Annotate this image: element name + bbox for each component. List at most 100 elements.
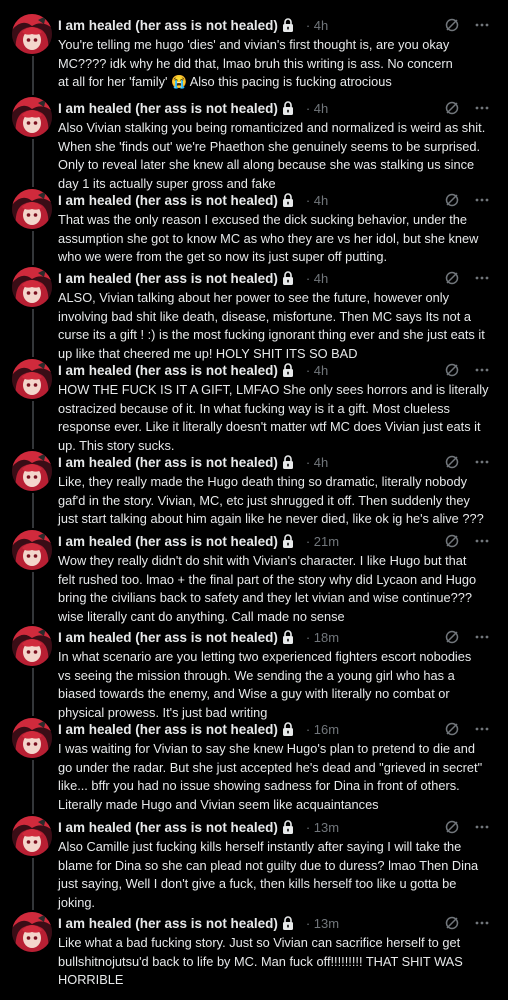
grok-icon[interactable] [444, 915, 460, 931]
author-name[interactable]: I am healed (her ass is not healed) [58, 101, 278, 116]
post-header: I am healed (her ass is not healed) · 13m [58, 818, 500, 836]
avatar[interactable] [12, 359, 52, 399]
post-text: Like, they really made the Hugo death th… [58, 474, 484, 526]
lock-icon [282, 630, 294, 644]
more-icon[interactable] [474, 533, 490, 549]
post-header: I am healed (her ass is not healed) · 4h [58, 453, 500, 471]
post-header: I am healed (her ass is not healed) · 18m [58, 628, 500, 646]
post-text: Like what a bad fucking story. Just so V… [58, 935, 463, 987]
grok-icon[interactable] [444, 454, 460, 470]
thread-connector-line [32, 309, 34, 357]
grok-icon[interactable] [444, 819, 460, 835]
author-name[interactable]: I am healed (her ass is not healed) [58, 363, 278, 378]
grok-icon[interactable] [444, 100, 460, 116]
author-name[interactable]: I am healed (her ass is not healed) [58, 820, 278, 835]
post-text: In what scenario are you letting two exp… [58, 649, 472, 720]
avatar[interactable] [12, 816, 52, 856]
post-actions [444, 629, 490, 645]
avatar[interactable] [12, 97, 52, 137]
post-actions [444, 192, 490, 208]
post-actions [444, 270, 490, 286]
thread-connector-line [32, 231, 34, 265]
more-icon[interactable] [474, 362, 490, 378]
lock-icon [282, 534, 294, 548]
post-text: Wow they really didn't do shit with Vivi… [58, 553, 477, 624]
post-actions [444, 100, 490, 116]
post-actions [444, 819, 490, 835]
more-icon[interactable] [474, 454, 490, 470]
author-name[interactable]: I am healed (her ass is not healed) [58, 193, 278, 208]
post-actions [444, 721, 490, 737]
avatar[interactable] [12, 189, 52, 229]
author-name[interactable]: I am healed (her ass is not healed) [58, 271, 278, 286]
thread-connector-line [32, 668, 34, 716]
more-icon[interactable] [474, 721, 490, 737]
post-timestamp[interactable]: · 16m [306, 722, 339, 737]
post-timestamp[interactable]: · 4h [306, 101, 328, 116]
post-timestamp[interactable]: · 13m [306, 820, 339, 835]
post-actions [444, 17, 490, 33]
grok-icon[interactable] [444, 362, 460, 378]
author-name[interactable]: I am healed (her ass is not healed) [58, 916, 278, 931]
post-timestamp[interactable]: · 4h [306, 271, 328, 286]
post-timestamp[interactable]: · 21m [306, 534, 339, 549]
post-text: I was waiting for Vivian to say she knew… [58, 741, 483, 812]
post-text: HOW THE FUCK IS IT A GIFT, LMFAO She onl… [58, 382, 489, 453]
lock-icon [282, 101, 294, 115]
more-icon[interactable] [474, 192, 490, 208]
more-icon[interactable] [474, 915, 490, 931]
post-header: I am healed (her ass is not healed) · 4h [58, 361, 500, 379]
post-timestamp[interactable]: · 4h [306, 363, 328, 378]
more-icon[interactable] [474, 100, 490, 116]
grok-icon[interactable] [444, 533, 460, 549]
post-actions [444, 915, 490, 931]
post-header: I am healed (her ass is not healed) · 21m [58, 532, 500, 550]
more-icon[interactable] [474, 17, 490, 33]
author-name[interactable]: I am healed (her ass is not healed) [58, 18, 278, 33]
avatar[interactable] [12, 530, 52, 570]
lock-icon [282, 722, 294, 736]
more-icon[interactable] [474, 270, 490, 286]
post-timestamp[interactable]: · 4h [306, 18, 328, 33]
thread-connector-line [32, 858, 34, 910]
author-name[interactable]: I am healed (her ass is not healed) [58, 722, 278, 737]
author-name[interactable]: I am healed (her ass is not healed) [58, 630, 278, 645]
grok-icon[interactable] [444, 192, 460, 208]
post-header: I am healed (her ass is not healed) · 4h [58, 16, 500, 34]
post-timestamp[interactable]: · 18m [306, 630, 339, 645]
grok-icon[interactable] [444, 270, 460, 286]
post-timestamp[interactable]: · 4h [306, 455, 328, 470]
post-timestamp[interactable]: · 4h [306, 193, 328, 208]
lock-icon [282, 820, 294, 834]
author-name[interactable]: I am healed (her ass is not healed) [58, 455, 278, 470]
author-name[interactable]: I am healed (her ass is not healed) [58, 534, 278, 549]
avatar[interactable] [12, 451, 52, 491]
avatar[interactable] [12, 626, 52, 666]
post-actions [444, 362, 490, 378]
avatar[interactable] [12, 14, 52, 54]
thread-connector-line [32, 760, 34, 814]
post-timestamp[interactable]: · 13m [306, 916, 339, 931]
post-text: Also Vivian stalking you being romantici… [58, 120, 486, 191]
thread: I am healed (her ass is not healed) · 4h Y… [0, 0, 508, 1000]
avatar[interactable] [12, 267, 52, 307]
post-text: ALSO, Vivian talking about her power to … [58, 290, 485, 361]
thread-connector-line [32, 56, 34, 95]
post-text: Also Camille just fucking kills herself … [58, 839, 479, 910]
grok-icon[interactable] [444, 721, 460, 737]
lock-icon [282, 363, 294, 377]
grok-icon[interactable] [444, 629, 460, 645]
lock-icon [282, 193, 294, 207]
post-actions [444, 533, 490, 549]
avatar[interactable] [12, 718, 52, 758]
post-header: I am healed (her ass is not healed) · 4h [58, 99, 500, 117]
more-icon[interactable] [474, 629, 490, 645]
avatar[interactable] [12, 912, 52, 952]
lock-icon [282, 18, 294, 32]
thread-connector-line [32, 572, 34, 624]
post-header: I am healed (her ass is not healed) · 16m [58, 720, 500, 738]
more-icon[interactable] [474, 819, 490, 835]
grok-icon[interactable] [444, 17, 460, 33]
lock-icon [282, 455, 294, 469]
thread-connector-line [32, 493, 34, 528]
